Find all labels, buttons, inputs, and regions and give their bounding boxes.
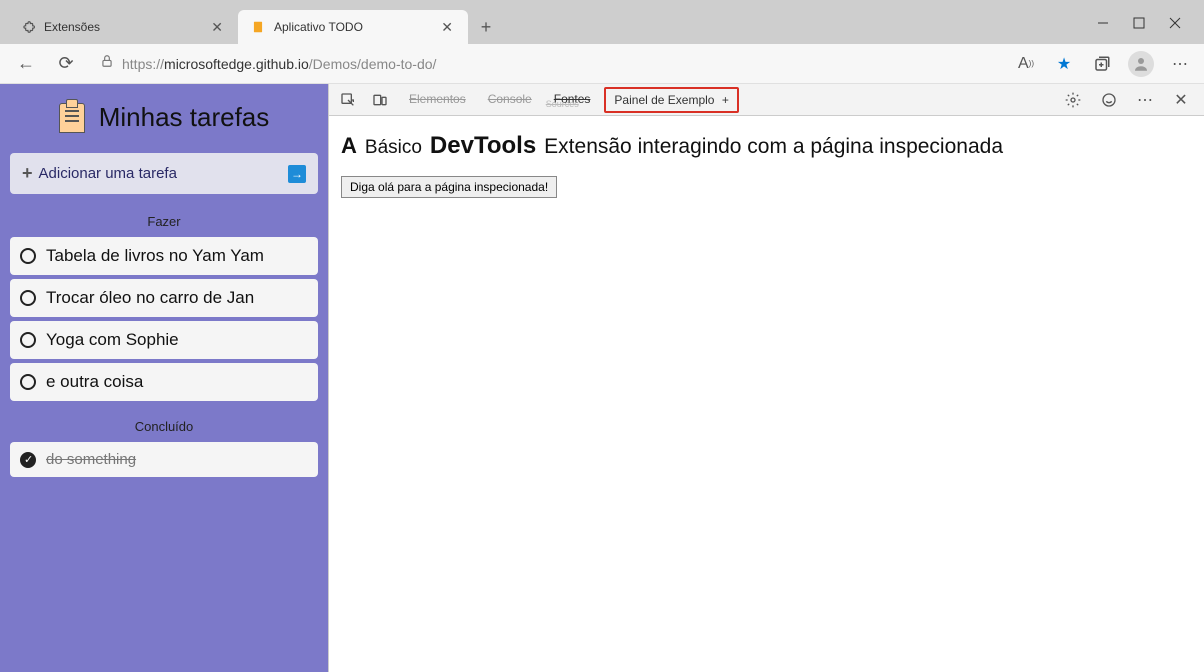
- window-titlebar: Extensões ✕ Aplicativo TODO ✕ +: [0, 0, 1204, 44]
- browser-tabs: Extensões ✕ Aplicativo TODO ✕ +: [8, 0, 1094, 44]
- new-tab-button[interactable]: +: [472, 13, 500, 41]
- read-aloud-icon[interactable]: A)): [1014, 52, 1038, 76]
- clipboard-icon: [59, 103, 85, 133]
- add-task-label: + Adicionar uma tarefa: [22, 163, 177, 184]
- say-hello-button[interactable]: Diga olá para a página inspecionada!: [341, 176, 557, 198]
- done-section-label: Concluído: [10, 419, 318, 434]
- task-text: Tabela de livros no Yam Yam: [46, 246, 264, 266]
- task-item[interactable]: Trocar óleo no carro de Jan: [10, 279, 318, 317]
- more-icon[interactable]: ⋯: [1134, 89, 1156, 111]
- tab-elementos[interactable]: Elementos: [401, 86, 474, 114]
- task-checkbox-checked[interactable]: [20, 452, 36, 468]
- favorite-icon[interactable]: ★: [1052, 52, 1076, 76]
- doc-icon: [250, 19, 266, 35]
- task-item[interactable]: Yoga com Sophie: [10, 321, 318, 359]
- device-icon[interactable]: [369, 89, 391, 111]
- window-controls: [1094, 14, 1196, 44]
- devtools-right-icons: ⋯ ✕: [1062, 89, 1196, 111]
- devtools-panel: Elementos Console FontesSources Painel d…: [328, 84, 1204, 672]
- collections-icon[interactable]: [1090, 52, 1114, 76]
- feedback-icon[interactable]: [1098, 89, 1120, 111]
- close-devtools-icon[interactable]: ✕: [1170, 89, 1192, 111]
- todo-header: Minhas tarefas: [10, 102, 318, 133]
- tab-painel-exemplo[interactable]: Painel de Exemplo +: [604, 87, 738, 113]
- task-item[interactable]: do something: [10, 442, 318, 477]
- task-checkbox[interactable]: [20, 332, 36, 348]
- main-content: Minhas tarefas + Adicionar uma tarefa → …: [0, 84, 1204, 672]
- tab-label: Extensões: [44, 20, 200, 34]
- close-icon[interactable]: ✕: [208, 19, 226, 36]
- tab-fontes[interactable]: FontesSources: [546, 86, 599, 114]
- add-task-input[interactable]: + Adicionar uma tarefa →: [10, 153, 318, 194]
- todo-section-label: Fazer: [10, 214, 318, 229]
- task-checkbox[interactable]: [20, 374, 36, 390]
- todo-list: Tabela de livros no Yam Yam Trocar óleo …: [10, 237, 318, 401]
- minimize-button[interactable]: [1094, 14, 1112, 32]
- page-title: Minhas tarefas: [99, 102, 270, 133]
- close-icon[interactable]: ✕: [438, 19, 456, 36]
- more-icon[interactable]: ⋯: [1168, 52, 1192, 76]
- panel-heading: A Básico DevTools Extensão interagindo c…: [341, 132, 1192, 160]
- task-text: e outra coisa: [46, 372, 143, 392]
- lock-icon: [100, 54, 114, 73]
- tab-label: Aplicativo TODO: [274, 20, 430, 34]
- submit-task-button[interactable]: →: [288, 165, 306, 183]
- task-text: do something: [46, 451, 136, 468]
- task-text: Yoga com Sophie: [46, 330, 179, 350]
- profile-avatar[interactable]: [1128, 51, 1154, 77]
- task-text: Trocar óleo no carro de Jan: [46, 288, 254, 308]
- devtools-content: A Básico DevTools Extensão interagindo c…: [329, 116, 1204, 214]
- close-window-button[interactable]: [1166, 14, 1184, 32]
- url-field[interactable]: https://microsoftedge.github.io/Demos/de…: [92, 54, 1002, 73]
- task-checkbox[interactable]: [20, 248, 36, 264]
- inspect-icon[interactable]: [337, 89, 359, 111]
- task-item[interactable]: e outra coisa: [10, 363, 318, 401]
- maximize-button[interactable]: [1130, 14, 1148, 32]
- task-checkbox[interactable]: [20, 290, 36, 306]
- devtools-tabbar: Elementos Console FontesSources Painel d…: [329, 84, 1204, 116]
- back-button[interactable]: ←: [12, 50, 40, 78]
- refresh-button[interactable]: ⟳: [52, 50, 80, 78]
- address-bar: ← ⟳ https://microsoftedge.github.io/Demo…: [0, 44, 1204, 84]
- done-list: do something: [10, 442, 318, 477]
- tab-aplicativo-todo[interactable]: Aplicativo TODO ✕: [238, 10, 468, 44]
- puzzle-icon: [20, 19, 36, 35]
- tab-console[interactable]: Console: [480, 86, 540, 114]
- tab-extensoes[interactable]: Extensões ✕: [8, 10, 238, 44]
- toolbar-icons: A)) ★ ⋯: [1014, 51, 1192, 77]
- todo-app: Minhas tarefas + Adicionar uma tarefa → …: [0, 84, 328, 672]
- task-item[interactable]: Tabela de livros no Yam Yam: [10, 237, 318, 275]
- url-text: https://microsoftedge.github.io/Demos/de…: [122, 56, 436, 72]
- gear-icon[interactable]: [1062, 89, 1084, 111]
